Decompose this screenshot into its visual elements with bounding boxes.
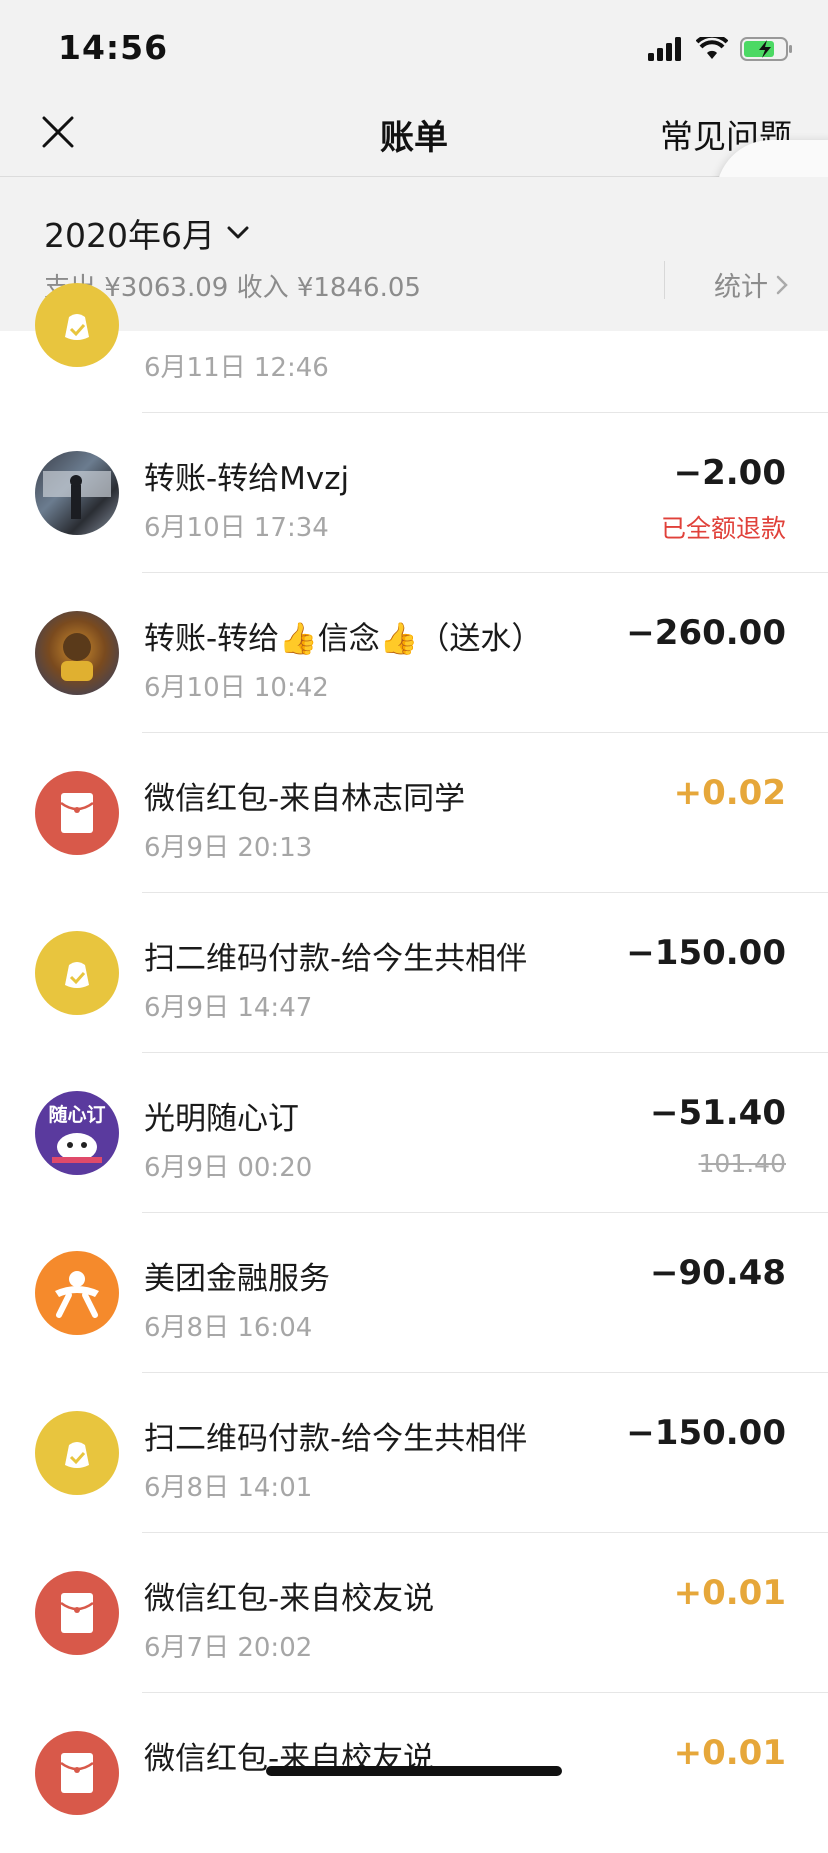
transaction-row[interactable]: 微信红包-来自校友说 6月7日 20:02 +0.01 (0, 1533, 828, 1693)
wallet-icon (35, 1411, 119, 1495)
home-indicator[interactable] (266, 1766, 562, 1776)
transaction-row[interactable]: 随心订 光明随心订 6月9日 00:20 −51.40 101.40 (0, 1053, 828, 1213)
wallet-icon (35, 283, 119, 367)
transaction-name: 美团金融服务 (144, 1261, 330, 1297)
transaction-name: 光明随心订 (144, 1101, 299, 1137)
contact-photo-avatar (35, 611, 119, 695)
transaction-date: 6月10日 17:34 (144, 513, 329, 543)
transaction-date: 6月8日 16:04 (144, 1313, 313, 1343)
month-label: 2020年6月 (44, 216, 215, 255)
transaction-name: 微信红包-来自林志同学 (144, 781, 466, 817)
transaction-date: 6月10日 10:42 (144, 673, 329, 703)
wifi-icon (696, 37, 728, 59)
transaction-name: 扫二维码付款-给今生共相伴 (144, 941, 528, 977)
transaction-amount: −2.00 (673, 453, 786, 493)
transaction-date: 6月7日 20:02 (144, 1633, 313, 1663)
stats-label: 统计 (714, 272, 768, 303)
stats-link[interactable]: 统计 (714, 265, 788, 304)
brand-logo-text: 随心订 (48, 1103, 106, 1126)
transaction-amount: −90.48 (649, 1253, 786, 1293)
transaction-row[interactable]: 微信红包-来自林志同学 6月9日 20:13 +0.02 (0, 733, 828, 893)
transaction-amount: −260.00 (626, 613, 786, 653)
header-divider (664, 261, 665, 299)
wallet-icon (35, 931, 119, 1015)
contact-photo-avatar (35, 451, 119, 535)
transaction-amount: −51.40 (649, 1093, 786, 1133)
transaction-row[interactable]: 扫二维码付款-给今生共相伴 6月9日 14:47 −150.00 (0, 893, 828, 1053)
transaction-row[interactable]: 6月11日 12:46 (0, 283, 828, 413)
transaction-row[interactable]: 扫二维码付款-给今生共相伴 6月8日 14:01 −150.00 (0, 1373, 828, 1533)
chevron-down-icon (227, 226, 249, 239)
month-header: 2020年6月 支出 ¥3063.09 收入 ¥1846.05 统计 (0, 177, 828, 331)
transaction-amount: +0.01 (673, 1573, 786, 1613)
meituan-icon (35, 1251, 119, 1335)
transaction-name: 转账-转给Mvzj (144, 461, 350, 497)
transaction-date: 6月8日 14:01 (144, 1473, 313, 1503)
status-time: 14:56 (58, 28, 169, 67)
transaction-row[interactable]: 美团金融服务 6月8日 16:04 −90.48 (0, 1213, 828, 1373)
red-packet-icon (35, 1571, 119, 1655)
status-icons (648, 36, 794, 62)
nav-bar: 账单 常见问题 (0, 96, 828, 177)
transaction-amount: +0.02 (673, 773, 786, 813)
original-amount: 101.40 (698, 1149, 786, 1178)
cellular-signal-icon (648, 37, 681, 61)
transaction-row[interactable]: 转账-转给👍信念👍（送水） 6月10日 10:42 −260.00 (0, 573, 828, 733)
transaction-date: 6月11日 12:46 (144, 353, 329, 383)
red-packet-icon (35, 1731, 119, 1815)
status-bar: 14:56 (0, 0, 828, 96)
transaction-amount: −150.00 (626, 1413, 786, 1453)
transaction-name: 微信红包-来自校友说 (144, 1581, 435, 1617)
transaction-date: 6月9日 00:20 (144, 1153, 313, 1183)
month-selector[interactable]: 2020年6月 (44, 209, 249, 257)
transaction-row[interactable]: 转账-转给Mvzj 6月10日 17:34 −2.00 已全额退款 (0, 413, 828, 573)
transaction-name: 转账-转给👍信念👍（送水） (144, 621, 543, 657)
chevron-right-icon (776, 275, 788, 294)
transaction-date: 6月9日 20:13 (144, 833, 313, 863)
transaction-amount: −150.00 (626, 933, 786, 973)
transaction-list: 6月11日 12:46 转账-转给Mvzj 6月10日 17:34 −2.00 … (0, 283, 828, 1853)
transaction-amount: +0.01 (673, 1733, 786, 1773)
red-packet-icon (35, 771, 119, 855)
refund-note: 已全额退款 (660, 514, 786, 543)
transaction-name: 扫二维码付款-给今生共相伴 (144, 1421, 528, 1457)
battery-charging-icon (740, 37, 792, 61)
transaction-date: 6月9日 14:47 (144, 993, 313, 1023)
brand-logo-avatar: 随心订 (35, 1091, 119, 1175)
